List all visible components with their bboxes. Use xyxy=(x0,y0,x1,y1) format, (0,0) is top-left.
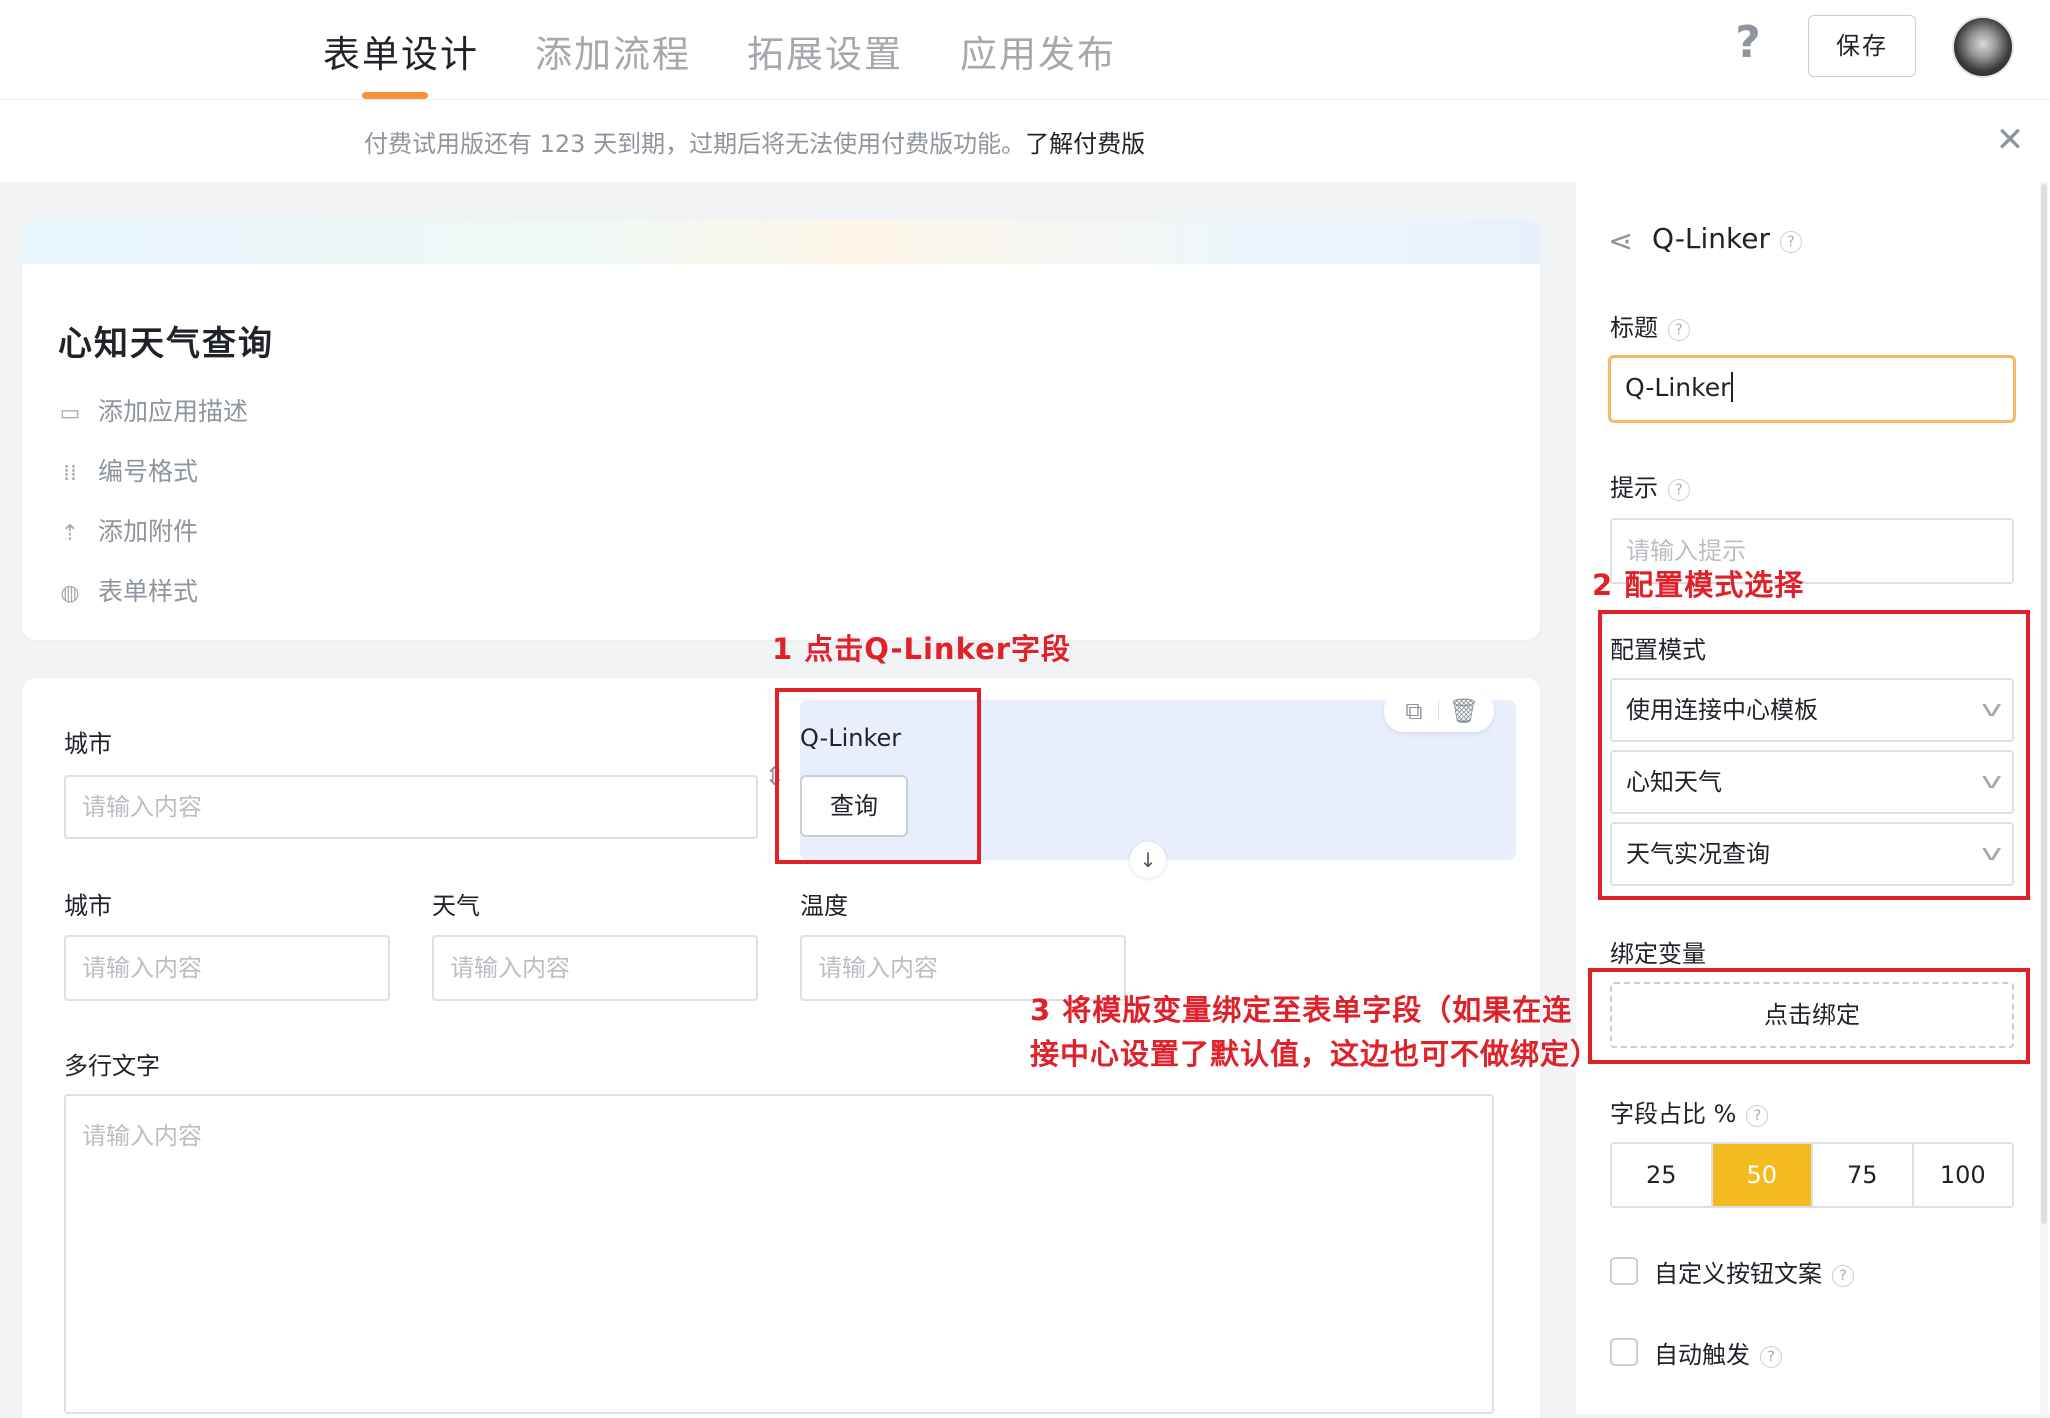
card-gradient-strip xyxy=(22,220,1540,264)
title-input[interactable]: Q-Linker xyxy=(1608,355,2016,423)
save-button[interactable]: 保存 xyxy=(1808,15,1916,77)
close-icon[interactable]: ✕ xyxy=(1990,120,2030,160)
hint-label: 提示 xyxy=(1610,474,1658,502)
auto-trigger-checkbox[interactable] xyxy=(1610,1338,1638,1366)
help-circle-icon[interactable]: ? xyxy=(1746,1105,1769,1127)
title-input-value: Q-Linker xyxy=(1625,373,1731,402)
app-info-card xyxy=(22,220,1540,640)
annotation-box-bind xyxy=(1588,968,2030,1064)
panel-title-text: Q-Linker xyxy=(1652,222,1771,255)
add-attachment-item[interactable]: ⇡ 添加附件 xyxy=(58,512,198,548)
copy-icon[interactable]: ⧉ xyxy=(1396,690,1432,732)
toolbar-divider xyxy=(1438,701,1439,721)
tab-extension-settings[interactable]: 拓展设置 xyxy=(747,24,903,78)
help-circle-icon[interactable]: ? xyxy=(1760,1346,1782,1368)
annotation-step3: 3 将模版变量绑定至表单字段（如果在连 接中心设置了默认值，这边也可不做绑定） xyxy=(1030,988,1600,1076)
text-caret xyxy=(1731,372,1734,402)
field-label-city2: 城市 xyxy=(64,892,112,920)
tab-app-publish[interactable]: 应用发布 xyxy=(960,24,1116,78)
active-tab-indicator xyxy=(362,92,428,99)
help-circle-icon[interactable]: ? xyxy=(1832,1265,1854,1287)
city-input[interactable]: 请输入内容 xyxy=(64,775,758,839)
panel-scrollbar-thumb[interactable] xyxy=(2041,184,2047,1224)
annotation-box-qlinker xyxy=(775,688,981,864)
city2-input[interactable]: 请输入内容 xyxy=(64,935,390,1001)
add-description-item[interactable]: ▭ 添加应用描述 xyxy=(58,392,248,428)
weather-input[interactable]: 请输入内容 xyxy=(432,935,758,1001)
annotation-step3-line1: 3 将模版变量绑定至表单字段（如果在连 xyxy=(1030,993,1573,1027)
delete-icon[interactable]: 🗑 xyxy=(1446,690,1482,732)
field-label-weather: 天气 xyxy=(432,892,480,920)
annotation-step2: 2 配置模式选择 xyxy=(1592,568,1805,602)
annotation-step3-line2: 接中心设置了默认值，这边也可不做绑定） xyxy=(1030,1037,1601,1071)
auto-trigger-label: 自动触发 xyxy=(1654,1341,1750,1369)
width-ratio-label: 字段占比 % xyxy=(1610,1100,1737,1128)
number-format-item[interactable]: ⁞⁞ 编号格式 xyxy=(58,452,198,488)
trial-message: 付费试用版还有 123 天到期，过期后将无法使用付费版功能。 xyxy=(364,130,1026,158)
arrow-down-icon[interactable]: ↓ xyxy=(1130,842,1166,878)
help-icon[interactable]: ? xyxy=(1726,18,1770,68)
hint-label-row: 提示? xyxy=(1610,468,1690,503)
number-format-icon: ⁞⁞ xyxy=(63,461,77,486)
meta-item-label: 编号格式 xyxy=(98,457,199,486)
tab-add-process[interactable]: 添加流程 xyxy=(535,24,691,78)
share-nodes-icon: ⋖ xyxy=(1608,224,1634,259)
learn-paid-link[interactable]: 了解付费版 xyxy=(1025,130,1145,158)
custom-button-text-checkbox[interactable] xyxy=(1610,1257,1638,1285)
upload-icon: ⇡ xyxy=(60,521,80,546)
comment-icon: ▭ xyxy=(59,401,81,426)
trial-banner-text: 付费试用版还有 123 天到期，过期后将无法使用付费版功能。了解付费版 xyxy=(364,124,1145,159)
title-label: 标题 xyxy=(1610,314,1658,342)
meta-item-label: 添加附件 xyxy=(98,517,199,546)
help-circle-icon[interactable]: ? xyxy=(1780,231,1803,253)
width-option-25[interactable]: 25 xyxy=(1612,1144,1713,1206)
custom-button-text-row: 自定义按钮文案? xyxy=(1654,1254,1854,1289)
width-option-50[interactable]: 50 xyxy=(1712,1144,1813,1206)
field-label-temperature: 温度 xyxy=(800,892,848,920)
annotation-box-config xyxy=(1598,610,2030,900)
auto-trigger-row: 自动触发? xyxy=(1654,1335,1782,1370)
panel-title: Q-Linker? xyxy=(1652,222,1803,255)
width-option-75[interactable]: 75 xyxy=(1813,1144,1914,1206)
tab-form-design[interactable]: 表单设计 xyxy=(323,24,479,78)
help-circle-icon[interactable]: ? xyxy=(1668,479,1690,501)
meta-item-label: 添加应用描述 xyxy=(98,397,249,426)
form-style-item[interactable]: ◍ 表单样式 xyxy=(58,572,198,608)
width-option-100[interactable]: 100 xyxy=(1913,1144,2012,1206)
title-label-row: 标题? xyxy=(1610,308,1690,343)
bind-variable-label: 绑定变量 xyxy=(1610,940,1706,968)
help-circle-icon[interactable]: ? xyxy=(1668,319,1690,341)
multiline-textarea[interactable]: 请输入内容 xyxy=(64,1094,1494,1414)
app-title[interactable]: 心知天气查询 xyxy=(58,316,274,365)
field-label-city: 城市 xyxy=(64,730,112,758)
palette-icon: ◍ xyxy=(60,581,80,606)
width-ratio-label-row: 字段占比 %? xyxy=(1610,1094,1769,1129)
custom-button-text-label: 自定义按钮文案 xyxy=(1654,1260,1822,1288)
avatar[interactable] xyxy=(1952,16,2014,78)
field-toolbar: ⧉ 🗑 xyxy=(1384,690,1494,732)
width-ratio-segmented: 25 50 75 100 xyxy=(1610,1142,2014,1208)
field-label-multiline: 多行文字 xyxy=(64,1052,160,1080)
annotation-step1: 1 点击Q-Linker字段 xyxy=(772,632,1072,666)
meta-item-label: 表单样式 xyxy=(98,577,199,606)
